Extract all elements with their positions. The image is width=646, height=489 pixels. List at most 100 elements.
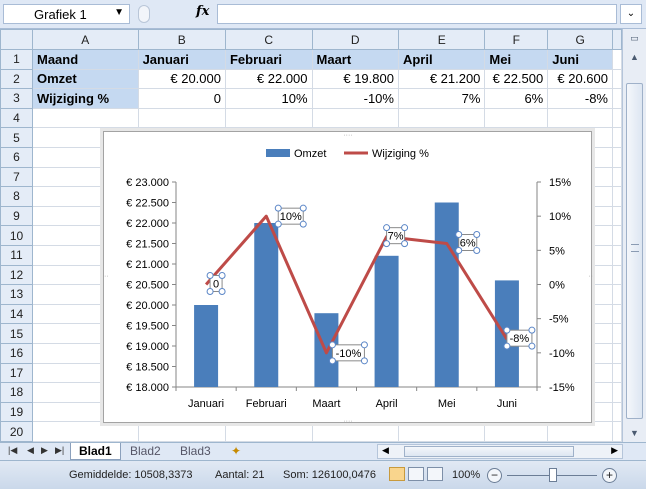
cell[interactable] [612,401,622,423]
chart-object[interactable]: € 23.000 € 22.500 € 22.000 € 21.500 € 21.000… [103,131,593,424]
chevron-down-icon[interactable]: ▼ [114,7,124,18]
column-header-a[interactable]: A [31,29,139,50]
cell[interactable] [612,342,622,364]
name-box[interactable]: Grafiek 1 ▼ [3,4,130,24]
cell[interactable]: Omzet [31,68,139,90]
expand-formula-bar-button[interactable]: ⌄ [620,4,642,24]
selection-handle[interactable] [328,357,336,365]
row-header[interactable]: 8 [0,186,33,207]
zoom-level[interactable]: 100% [452,469,480,481]
insert-function-icon[interactable]: fx [196,4,209,19]
selection-handle[interactable] [274,220,282,228]
cell[interactable]: -10% [311,88,399,109]
selection-handle[interactable] [401,224,409,232]
cell[interactable]: Mei [484,49,549,70]
cell[interactable] [137,421,226,442]
column-header-e[interactable]: E [397,29,486,50]
row-header[interactable]: 15 [0,323,33,344]
cell[interactable]: Juni [547,49,613,70]
data-label-januari[interactable]: 0 [206,272,226,295]
cell[interactable]: Wijziging % [31,88,139,109]
cell[interactable] [612,146,622,168]
selection-handle[interactable] [274,204,282,212]
cell[interactable]: € 22.500 [484,68,549,90]
selection-handle[interactable] [473,231,481,238]
row-header[interactable]: 18 [0,382,33,403]
selection-handle[interactable] [360,341,368,349]
cell[interactable] [612,303,622,325]
horizontal-scrollbar[interactable]: ◀ ▶ [377,444,623,459]
cell[interactable]: April [397,49,486,70]
scroll-left-button[interactable]: ◀ [382,445,389,456]
selection-handle[interactable] [383,224,391,232]
cell[interactable] [612,244,622,266]
cell[interactable]: Februari [224,49,313,70]
cell[interactable] [612,382,622,403]
cell[interactable] [612,88,622,109]
cell[interactable] [224,421,313,442]
split-box-icon[interactable]: ▭ [626,30,643,46]
cell[interactable] [31,421,139,442]
cell[interactable]: Maand [31,49,139,70]
selection-handle[interactable] [455,247,463,254]
cell[interactable] [612,362,622,384]
selection-handle[interactable] [383,240,391,248]
selection-handle[interactable] [503,342,511,350]
cell[interactable] [612,284,622,305]
selection-handle[interactable] [206,272,214,279]
next-sheet-icon[interactable]: ▶ [41,445,48,456]
selection-handle[interactable] [528,342,536,350]
cell[interactable] [224,107,313,129]
zoom-out-button[interactable]: − [487,468,502,483]
data-label-mei[interactable]: 6% [455,231,481,254]
cell[interactable]: 0 [137,88,226,109]
cell[interactable]: 6% [484,88,549,109]
cell[interactable] [31,107,139,129]
row-header[interactable]: 10 [0,225,33,246]
insert-sheet-icon[interactable]: ✦ [223,443,249,460]
horizontal-scrollbar-thumb[interactable] [404,446,574,457]
data-label-februari[interactable]: 10% [274,204,307,228]
selection-handle[interactable] [455,231,463,238]
page-break-view-button[interactable] [427,467,443,481]
column-header-g[interactable]: G [547,29,613,50]
row-header[interactable]: 20 [0,421,33,442]
page-layout-view-button[interactable] [408,467,424,481]
selection-handle[interactable] [328,341,336,349]
row-header[interactable]: 9 [0,205,33,227]
scroll-down-button[interactable]: ▼ [626,425,643,441]
selection-handle[interactable] [299,204,307,212]
row-header[interactable]: 1 [0,49,33,70]
cell[interactable] [612,264,622,286]
selection-handle[interactable] [528,326,536,334]
row-header[interactable]: 7 [0,166,33,188]
cell[interactable] [311,421,399,442]
cell[interactable]: € 22.000 [224,68,313,90]
selection-handle[interactable] [473,247,481,254]
zoom-slider-knob[interactable] [549,468,557,482]
cell[interactable]: € 21.200 [397,68,486,90]
cell[interactable]: -8% [547,88,613,109]
row-header[interactable]: 16 [0,342,33,364]
column-header-extra[interactable] [612,29,622,50]
column-header-d[interactable]: D [311,29,399,50]
row-header[interactable]: 19 [0,401,33,423]
selection-handle[interactable] [218,288,226,295]
cell[interactable] [484,421,549,442]
row-header[interactable]: 11 [0,244,33,266]
prev-sheet-icon[interactable]: ◀ [27,445,34,456]
cell[interactable] [397,107,486,129]
row-header[interactable]: 12 [0,264,33,286]
data-label-maart[interactable]: -10% [328,341,368,365]
cell[interactable]: 10% [224,88,313,109]
selection-handle[interactable] [360,357,368,365]
cell[interactable] [612,323,622,344]
normal-view-button[interactable] [389,467,405,481]
scrollbar-thumb[interactable] [626,83,643,419]
row-header[interactable]: 2 [0,68,33,90]
data-label-april[interactable]: 7% [383,224,409,248]
column-header-c[interactable]: C [224,29,313,50]
selection-handle[interactable] [503,326,511,334]
row-header[interactable]: 5 [0,127,33,148]
cell[interactable] [612,107,622,129]
